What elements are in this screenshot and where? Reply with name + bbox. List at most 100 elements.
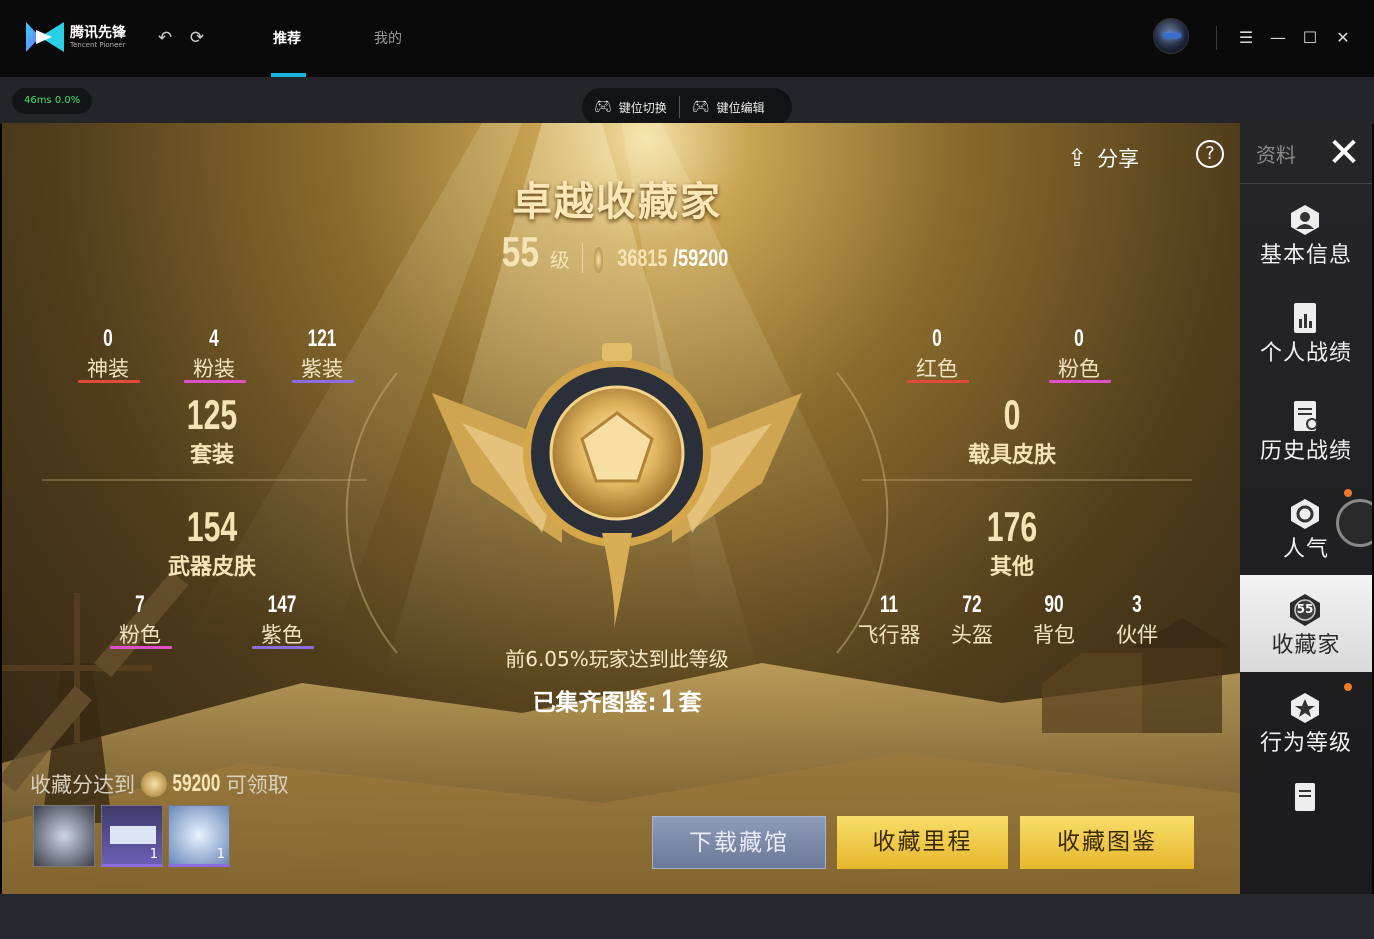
download-museum-button[interactable]: 下载藏馆 <box>652 816 826 869</box>
tab-mine[interactable]: 我的 <box>374 28 402 48</box>
side-item-popularity[interactable]: 人气 <box>1240 479 1372 576</box>
stat-label: 神装 <box>87 357 129 381</box>
atlas-prefix: 已集齐图鉴: <box>532 690 657 716</box>
stat-value: 4 <box>209 325 219 352</box>
notification-dot <box>1344 489 1352 497</box>
side-item-label: 基本信息 <box>1259 243 1352 268</box>
collection-atlas-button[interactable]: 收藏图鉴 <box>1020 816 1194 869</box>
stat-pink-suit: 4 粉装 <box>184 325 244 383</box>
logo-title: 腾讯先锋 <box>70 25 126 41</box>
points-total: /59200 <box>672 245 728 272</box>
stat-label: 载具皮肤 <box>967 443 1056 468</box>
stat-other: 176 其他 <box>962 505 1062 581</box>
key-switch-button[interactable]: 🎮︎ 键位切换 <box>582 99 679 116</box>
reward-medal[interactable]: 1 <box>168 805 230 867</box>
points-icon <box>141 771 167 797</box>
side-item-label: 个人战绩 <box>1259 341 1352 366</box>
stat-suit-total: 125 套装 <box>162 393 262 469</box>
stat-value: 3 <box>1132 591 1142 618</box>
reward-card[interactable]: 1 <box>101 805 163 867</box>
stat-label: 飞行器 <box>857 623 921 647</box>
atlas-count: 1 <box>661 683 675 719</box>
side-item-collector[interactable]: 55 收藏家 <box>1240 575 1372 672</box>
stat-weapon-purple: 147 紫色 <box>252 591 312 649</box>
logo-subtitle: Tencent Pioneer <box>70 41 126 49</box>
side-item-more[interactable] <box>1240 763 1372 860</box>
stat-value: 121 <box>307 325 337 352</box>
stat-vehicle-red: 0 红色 <box>907 325 967 383</box>
stat-helmet: 72 头盔 <box>942 591 1002 649</box>
reward-avatar-frame[interactable] <box>33 805 95 867</box>
tab-recommend[interactable]: 推荐 <box>273 28 301 48</box>
color-underline <box>1049 380 1111 383</box>
stat-backpack: 90 背包 <box>1024 591 1084 649</box>
maximize-icon[interactable]: ☐ <box>1298 26 1322 50</box>
share-icon: ⇪ <box>1067 144 1088 172</box>
stat-vehicle-skins: 0 载具皮肤 <box>952 393 1072 469</box>
divider <box>1216 26 1217 50</box>
game-viewport: ⇪ 分享 ? 卓越收藏家 55 级 36815 /59200 0 神装 4 粉装… <box>2 123 1372 894</box>
side-item-basic-info[interactable]: 基本信息 <box>1240 185 1372 282</box>
key-switch-label: 键位切换 <box>618 100 667 115</box>
document-icon <box>1295 783 1315 811</box>
stat-aircraft: 11 飞行器 <box>852 591 926 649</box>
stat-value: 176 <box>986 503 1038 550</box>
side-item-label: 历史战绩 <box>1259 439 1352 464</box>
undo-icon[interactable]: ↶ <box>155 28 175 48</box>
refresh-icon[interactable]: ⟳ <box>187 28 207 48</box>
app-logo[interactable]: 腾讯先锋 Tencent Pioneer <box>24 20 126 54</box>
reward-prefix: 收藏分达到 <box>30 773 135 797</box>
page-title: 卓越收藏家 <box>512 179 722 225</box>
level-unit: 级 <box>549 248 570 272</box>
minimize-icon[interactable]: — <box>1266 26 1290 50</box>
stat-label: 伙伴 <box>1116 623 1158 647</box>
stat-value: 0 <box>1003 391 1021 438</box>
help-icon[interactable]: ? <box>1196 140 1224 168</box>
points-current: 36815 <box>617 245 668 272</box>
key-edit-label: 键位编辑 <box>716 100 765 115</box>
stat-label: 武器皮肤 <box>167 555 256 580</box>
stat-divine: 0 神装 <box>78 325 138 383</box>
color-underline <box>184 380 246 383</box>
color-underline <box>110 646 172 649</box>
stat-label: 粉色 <box>119 623 161 647</box>
stat-label: 紫色 <box>261 623 303 647</box>
key-edit-button[interactable]: 🎮︎ 键位编辑 <box>680 99 777 116</box>
stat-weapon-pink: 7 粉色 <box>110 591 170 649</box>
profile-side-panel: 资料 ✕ 基本信息 个人战绩 历史战绩 人气 55 收藏家 行为等级 <box>1240 123 1372 894</box>
points-icon <box>594 247 603 273</box>
reward-badge: 1 <box>216 847 225 862</box>
reward-card-image <box>110 826 156 844</box>
stat-value: 72 <box>962 591 982 618</box>
stat-label: 套装 <box>189 443 234 468</box>
reward-suffix: 可领取 <box>225 773 289 797</box>
stat-value: 0 <box>1074 325 1084 352</box>
person-icon <box>1291 205 1319 235</box>
level-row: 55 级 36815 /59200 <box>497 231 737 273</box>
collection-milestone-button[interactable]: 收藏里程 <box>837 816 1008 869</box>
close-icon[interactable]: ✕ <box>1331 26 1355 50</box>
avatar[interactable] <box>1153 18 1189 54</box>
side-item-label: 收藏家 <box>1271 633 1341 658</box>
network-status: 46ms 0.0% <box>12 88 93 114</box>
stat-value: 125 <box>186 391 238 438</box>
stat-value: 90 <box>1044 591 1064 618</box>
menu-icon[interactable]: ☰ <box>1234 26 1258 50</box>
stat-label: 紫装 <box>301 357 343 381</box>
packet-loss-value: 0.0% <box>54 95 81 106</box>
color-underline <box>292 380 354 383</box>
panel-header: 资料 <box>1256 143 1296 167</box>
collector-level-badge: 55 <box>1296 602 1314 616</box>
stat-vehicle-pink: 0 粉色 <box>1049 325 1109 383</box>
stat-label: 粉色 <box>1058 357 1100 381</box>
close-icon[interactable]: ✕ <box>1324 131 1364 175</box>
share-button[interactable]: ⇪ 分享 <box>1067 143 1139 173</box>
side-item-behavior[interactable]: 行为等级 <box>1240 673 1372 770</box>
side-item-history[interactable]: 历史战绩 <box>1240 381 1372 478</box>
color-underline <box>907 380 969 383</box>
ping-value: 46ms <box>24 95 52 106</box>
stat-value: 7 <box>135 591 145 618</box>
stat-label: 头盔 <box>951 623 993 647</box>
side-item-personal-record[interactable]: 个人战绩 <box>1240 283 1372 380</box>
stat-value: 0 <box>103 325 113 352</box>
